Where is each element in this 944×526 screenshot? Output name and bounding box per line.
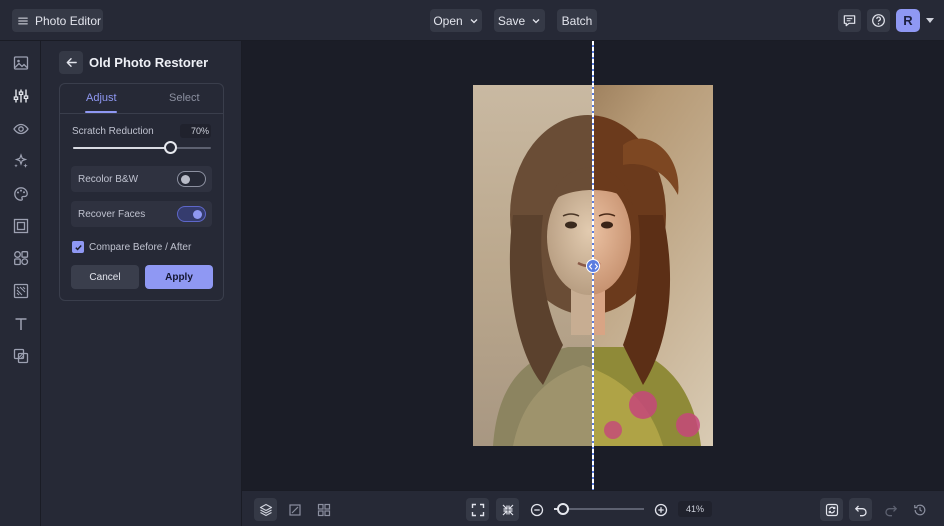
undo-icon [854,503,868,517]
rail-graphics[interactable] [10,247,31,268]
tab-adjust[interactable]: Adjust [86,92,117,104]
sliders-icon [13,88,29,104]
undo-button[interactable] [849,498,872,521]
recolor-bw-row: Recolor B&W [71,166,212,192]
zoom-in-button[interactable] [649,498,672,521]
recover-faces-row: Recover Faces [71,201,212,227]
refresh-icon [825,503,839,517]
scratch-reduction-label: Scratch Reduction [72,126,154,137]
avatar[interactable]: R [896,9,920,32]
compare-checkbox[interactable] [72,241,84,253]
image-icon [13,55,29,71]
tab-divider [60,113,223,114]
shrink-icon [501,503,515,517]
palette-icon [13,186,29,202]
slider-thumb[interactable] [163,141,177,154]
tool-rail [0,41,41,526]
toggle-knob [181,174,190,184]
history-button[interactable] [908,498,931,521]
scratch-reduction-value[interactable]: 70% [180,124,211,138]
save-menu-button[interactable]: Save [494,9,545,32]
fit-to-screen-button[interactable] [466,498,489,521]
actual-size-button[interactable] [496,498,519,521]
eye-icon [12,121,29,137]
hamburger-icon [18,16,28,26]
overlay-icon [13,348,29,364]
layers-button[interactable] [254,498,277,521]
chevron-down-icon [469,16,479,26]
bottom-toolbar: 41% [242,490,944,526]
rail-overlays[interactable] [10,345,31,366]
crop-icon [288,503,302,517]
scratch-reduction-slider[interactable] [73,141,211,154]
zoom-slider-thumb[interactable] [557,503,569,515]
open-menu-button[interactable]: Open [430,9,482,32]
redo-button[interactable] [879,498,902,521]
crop-button[interactable] [283,498,306,521]
back-button[interactable] [59,51,83,74]
panel-title: Old Photo Restorer [89,55,209,70]
rail-text[interactable] [10,313,31,334]
rail-effects[interactable] [10,118,31,139]
fit-screen-icon [471,503,485,517]
rail-touch-up[interactable] [10,150,31,171]
history-icon [913,503,927,517]
rail-textures[interactable] [10,280,31,301]
layers-icon [259,503,273,517]
app-title: Photo Editor [35,13,102,28]
zoom-value[interactable]: 41% [678,501,712,517]
zoom-slider[interactable] [554,503,644,515]
text-icon [13,316,29,332]
apply-button[interactable]: Apply [145,265,213,289]
batch-label: Batch [561,13,593,28]
batch-button[interactable]: Batch [557,9,597,32]
refresh-button[interactable] [820,498,843,521]
cancel-button[interactable]: Cancel [71,265,139,289]
shapes-icon [13,250,29,266]
arrow-left-icon [65,56,78,69]
recolor-bw-label: Recolor B&W [78,174,139,185]
rail-adjustments[interactable] [10,85,31,106]
recover-faces-toggle[interactable] [177,206,206,222]
compare-label: Compare Before / After [89,242,192,253]
grid-icon [317,503,331,517]
rail-frames[interactable] [10,215,31,236]
rail-edit[interactable] [10,52,31,73]
settings-card: Adjust Select Scratch Reduction 70% Reco… [59,83,224,301]
slider-fill [73,147,170,149]
canvas-area [242,41,944,490]
app-menu-button[interactable]: Photo Editor [12,9,103,32]
open-menu-label: Open [433,13,463,28]
checkmark-icon [74,243,83,252]
comment-button[interactable] [838,9,861,32]
compare-handle[interactable] [586,259,600,273]
sparkle-icon [13,152,29,169]
save-menu-label: Save [497,13,526,28]
rail-artsy[interactable] [10,183,31,204]
zoom-out-icon [530,503,544,517]
frame-icon [13,218,29,234]
redo-icon [884,503,898,517]
tool-panel: Old Photo Restorer Adjust Select Scratch… [41,41,242,526]
tab-select[interactable]: Select [169,92,200,104]
chevron-down-icon [531,16,541,26]
top-bar: Photo Editor Open Save Batch R [0,0,944,41]
zoom-out-button[interactable] [525,498,548,521]
grid-button[interactable] [312,498,335,521]
help-icon [871,13,886,28]
help-button[interactable] [867,9,890,32]
texture-icon [13,283,29,299]
caret-down-icon[interactable] [926,18,934,24]
recolor-bw-toggle[interactable] [177,171,206,187]
recover-faces-label: Recover Faces [78,209,146,220]
comment-icon [842,13,857,28]
toggle-knob [193,209,202,219]
zoom-in-icon [654,503,668,517]
